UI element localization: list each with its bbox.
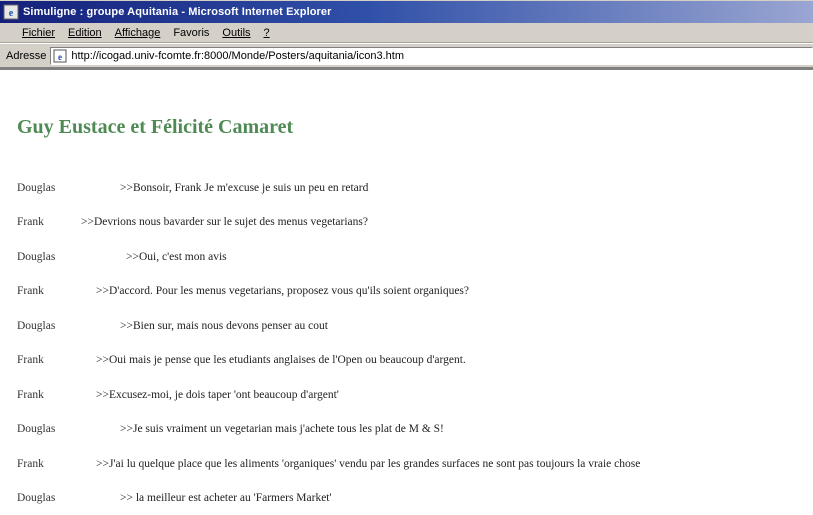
page-icon: e bbox=[53, 49, 67, 63]
svg-text:e: e bbox=[58, 52, 62, 62]
address-url: http://icogad.univ-fcomte.fr:8000/Monde/… bbox=[71, 49, 404, 62]
chat-message: >>D'accord. Pour les menus vegetarians, … bbox=[96, 285, 470, 297]
menu-favoris[interactable]: Favoris bbox=[173, 27, 209, 39]
menu-fichier[interactable]: Fichier bbox=[22, 27, 55, 39]
menu-help[interactable]: ? bbox=[264, 27, 270, 39]
menu-affichage-label: Affichage bbox=[114, 26, 161, 39]
menu-fichier-label: Fichier bbox=[22, 26, 56, 39]
chat-speaker: Frank bbox=[17, 389, 44, 401]
chat-line: Douglas >>Oui, c'est mon avis bbox=[17, 249, 227, 265]
chat-line: Frank >>Oui mais je pense que les etudia… bbox=[17, 352, 466, 368]
chat-message: >>Oui mais je pense que les etudiants an… bbox=[96, 354, 466, 366]
chat-line: Douglas >> la meilleur est acheter au 'F… bbox=[17, 490, 332, 506]
chat-message: >>Bien sur, mais nous devons penser au c… bbox=[120, 320, 328, 332]
window-title: Simuligne : groupe Aquitania - Microsoft… bbox=[23, 6, 332, 18]
chat-line: Douglas >>Je suis vraiment un vegetarian… bbox=[17, 421, 444, 437]
menu-favoris-label: Favoris bbox=[173, 26, 210, 39]
chat-line: Douglas >>Bien sur, mais nous devons pen… bbox=[17, 318, 328, 334]
chat-message: >>J'ai lu quelque place que les aliments… bbox=[96, 458, 641, 470]
chat-speaker: Douglas bbox=[17, 182, 56, 194]
address-field[interactable]: e http://icogad.univ-fcomte.fr:8000/Mond… bbox=[50, 46, 813, 65]
chat-speaker: Frank bbox=[17, 216, 44, 228]
chat-message: >>Bonsoir, Frank Je m'excuse je suis un … bbox=[120, 182, 369, 194]
address-bar: Adresse e http://icogad.univ-fcomte.fr:8… bbox=[0, 43, 813, 68]
address-label: Adresse bbox=[6, 49, 47, 62]
menu-outils-label: Outils bbox=[222, 26, 251, 39]
svg-text:e: e bbox=[9, 8, 14, 19]
chat-speaker: Douglas bbox=[17, 320, 56, 332]
internet-explorer-icon: e bbox=[3, 4, 19, 20]
menu-bar: Fichier Edition Affichage Favoris Outils… bbox=[0, 23, 813, 43]
title-bar[interactable]: e Simuligne : groupe Aquitania - Microso… bbox=[0, 1, 813, 23]
menu-edition[interactable]: Edition bbox=[68, 27, 102, 39]
chat-speaker: Frank bbox=[17, 458, 44, 470]
chat-speaker: Frank bbox=[17, 354, 44, 366]
chat-line: Frank >>J'ai lu quelque place que les al… bbox=[17, 456, 640, 472]
chat-message: >>Excusez-moi, je dois taper 'ont beauco… bbox=[96, 389, 339, 401]
chat-speaker: Douglas bbox=[17, 423, 56, 435]
browser-window: e Simuligne : groupe Aquitania - Microso… bbox=[0, 0, 813, 515]
chat-line: Douglas >>Bonsoir, Frank Je m'excuse je … bbox=[17, 180, 368, 196]
menu-edition-label: Edition bbox=[68, 26, 102, 39]
chat-speaker: Douglas bbox=[17, 492, 56, 504]
chat-line: Frank >>D'accord. Pour les menus vegetar… bbox=[17, 283, 469, 299]
chat-line: Frank >>Excusez-moi, je dois taper 'ont … bbox=[17, 387, 339, 403]
chat-speaker: Frank bbox=[17, 285, 44, 297]
page-title: Guy Eustace et Félicité Camaret bbox=[17, 116, 294, 138]
chat-message: >>Oui, c'est mon avis bbox=[126, 251, 227, 263]
menu-outils[interactable]: Outils bbox=[222, 27, 250, 39]
menu-affichage[interactable]: Affichage bbox=[115, 27, 161, 39]
chat-message: >>Je suis vraiment un vegetarian mais j'… bbox=[120, 423, 444, 435]
chat-message: >> la meilleur est acheter au 'Farmers M… bbox=[120, 492, 332, 504]
menu-help-label: ? bbox=[263, 26, 270, 39]
chat-message: >>Devrions nous bavarder sur le sujet de… bbox=[81, 216, 368, 228]
chat-speaker: Douglas bbox=[17, 251, 56, 263]
page-content: Guy Eustace et Félicité Camaret Douglas … bbox=[0, 68, 813, 515]
chat-line: Frank >>Devrions nous bavarder sur le su… bbox=[17, 214, 368, 230]
